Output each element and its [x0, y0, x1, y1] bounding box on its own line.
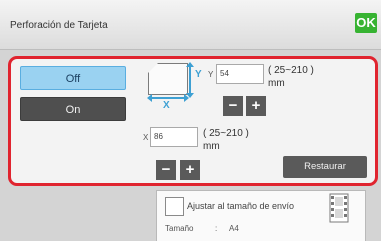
- fit-to-size-label: Ajustar al tamaño de envío: [187, 201, 295, 211]
- ok-button[interactable]: OK: [355, 13, 377, 33]
- x-unit-text: mm: [203, 141, 220, 152]
- x-arrow-head-left: [147, 94, 152, 102]
- y-range-text: ( 25~210 ): [268, 65, 314, 76]
- y-value-input[interactable]: 54: [216, 64, 264, 84]
- x-dimension-arrow: [150, 97, 186, 99]
- restore-button[interactable]: Restaurar: [283, 156, 367, 178]
- paper-size-value: A4: [229, 224, 239, 233]
- x-value-input[interactable]: 86: [150, 127, 198, 147]
- paper-size-label: Tamaño: [165, 224, 194, 233]
- x-minus-button[interactable]: −: [156, 160, 176, 180]
- y-minus-button[interactable]: −: [223, 96, 243, 116]
- fit-to-size-checkbox[interactable]: [165, 197, 184, 216]
- card-corner: [148, 63, 158, 73]
- on-toggle-button[interactable]: On: [20, 97, 126, 121]
- x-arrow-head-right: [184, 94, 189, 102]
- x-range-text: ( 25~210 ): [203, 128, 249, 139]
- x-field-label: X: [143, 133, 149, 142]
- x-axis-letter: X: [163, 100, 170, 111]
- paper-size-colon: :: [215, 224, 218, 233]
- film-strip-icon: [329, 193, 349, 223]
- y-plus-button[interactable]: +: [246, 96, 266, 116]
- off-toggle-button[interactable]: Off: [20, 66, 126, 90]
- y-unit-text: mm: [268, 78, 285, 89]
- page-title: Perforación de Tarjeta: [10, 20, 108, 31]
- y-dimension-arrow: [189, 64, 191, 94]
- x-plus-button[interactable]: +: [180, 160, 200, 180]
- y-axis-letter: Y: [195, 69, 202, 80]
- y-arrow-head-top: [186, 62, 194, 67]
- y-field-label: Y: [208, 70, 214, 79]
